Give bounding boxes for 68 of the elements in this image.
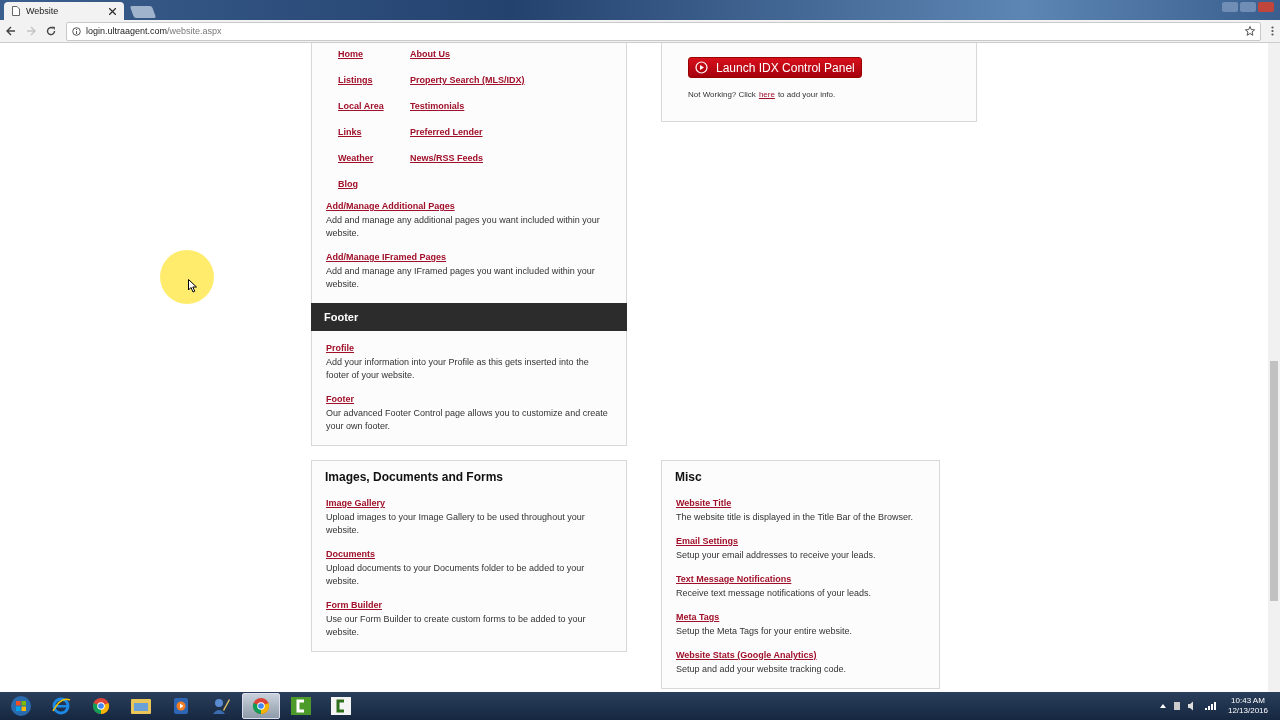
nav-link[interactable]: Home: [338, 49, 363, 59]
link-description: Setup your email addresses to receive your leads.: [676, 549, 877, 562]
letter-c-icon[interactable]: [330, 696, 352, 716]
section-link[interactable]: Form Builder: [326, 600, 382, 610]
reload-icon[interactable]: [46, 26, 56, 36]
nav-link[interactable]: Property Search (MLS/IDX): [410, 75, 525, 85]
link-description: Upload documents to your Documents folder to be added to your website.: [326, 562, 586, 588]
nav-link[interactable]: Links: [338, 127, 362, 137]
link-description: Receive text message notifications of your leads.: [676, 587, 873, 600]
person-pen-icon[interactable]: [211, 696, 231, 716]
scrollbar[interactable]: [1268, 43, 1280, 692]
nav-link[interactable]: Listings: [338, 75, 373, 85]
section-link[interactable]: Email Settings: [676, 536, 738, 546]
section-link[interactable]: Website Stats (Google Analytics): [676, 650, 817, 660]
windows-orb-icon[interactable]: [10, 695, 32, 717]
tab-title: Website: [26, 6, 60, 16]
card-title: Images, Documents and Forms: [324, 469, 505, 486]
browser-e-icon[interactable]: [51, 696, 71, 716]
folder-icon[interactable]: [130, 697, 152, 715]
scrollbar-thumb[interactable]: [1270, 361, 1278, 601]
url-domain[interactable]: login.ultraagent.com: [86, 26, 168, 36]
link-description: The website title is displayed in the Title Bar of the Browser.: [676, 511, 915, 524]
url-path[interactable]: /website.aspx: [167, 26, 222, 36]
link-description: Add and manage any IFramed pages you want included within your website.: [326, 265, 596, 291]
play-icon: [695, 61, 708, 74]
nav-link[interactable]: Blog: [338, 179, 358, 189]
chrome-icon[interactable]: [92, 697, 110, 715]
back-arrow-icon[interactable]: [6, 26, 16, 36]
new-tab-button[interactable]: [129, 6, 157, 18]
page-icon: [12, 6, 20, 16]
note-text: to add your info.: [777, 90, 836, 99]
nav-link[interactable]: Testimonials: [410, 101, 465, 111]
nav-link[interactable]: About Us: [410, 49, 450, 59]
card-title: Misc: [674, 469, 703, 486]
link-description: Add your information into your Profile as this gets inserted into the footer of your website.: [326, 356, 590, 382]
cursor-icon: [188, 279, 198, 293]
link-description: Setup and add your website tracking code.: [676, 663, 848, 676]
section-title: Footer: [324, 311, 359, 323]
nav-link[interactable]: News/RSS Feeds: [410, 153, 484, 163]
section-link[interactable]: Footer: [326, 394, 354, 404]
section-link[interactable]: Text Message Notifications: [676, 574, 792, 584]
browser-tab[interactable]: Website: [4, 2, 124, 20]
section-link[interactable]: Add/Manage Additional Pages: [326, 201, 455, 211]
letter-c-icon[interactable]: [290, 696, 312, 716]
section-link[interactable]: Image Gallery: [326, 498, 386, 508]
clock-time: 10:43 AM: [1231, 696, 1265, 706]
note-text: Not Working? Click: [688, 90, 756, 99]
close-icon[interactable]: [109, 7, 116, 15]
nav-link[interactable]: Preferred Lender: [410, 127, 483, 137]
section-link[interactable]: Documents: [326, 549, 375, 559]
menu-icon[interactable]: [1271, 26, 1274, 36]
star-icon[interactable]: [1245, 26, 1255, 36]
section-link[interactable]: Add/Manage IFramed Pages: [326, 252, 447, 262]
here-link[interactable]: here: [758, 90, 775, 99]
nav-link[interactable]: Local Area: [338, 101, 384, 111]
info-icon[interactable]: [72, 26, 81, 36]
clock-date: 12/13/2016: [1227, 706, 1268, 716]
launch-button[interactable]: Launch IDX Control Panel: [688, 57, 862, 78]
link-description: Add and manage any additional pages you want included within your website.: [326, 214, 601, 240]
link-description: Setup the Meta Tags for your entire website.: [676, 625, 853, 638]
play-icon[interactable]: [173, 697, 189, 715]
nav-link[interactable]: Weather: [338, 153, 374, 163]
section-link[interactable]: Profile: [326, 343, 354, 353]
link-description: Upload images to your Image Gallery to be used throughout your website.: [326, 511, 586, 537]
link-description: Use our Form Builder to create custom forms to be added to your website.: [326, 613, 587, 639]
section-link[interactable]: Website Title: [676, 498, 732, 508]
section-link[interactable]: Meta Tags: [676, 612, 720, 622]
link-description: Our advanced Footer Control page allows you to customize and create your own footer.: [326, 407, 609, 433]
